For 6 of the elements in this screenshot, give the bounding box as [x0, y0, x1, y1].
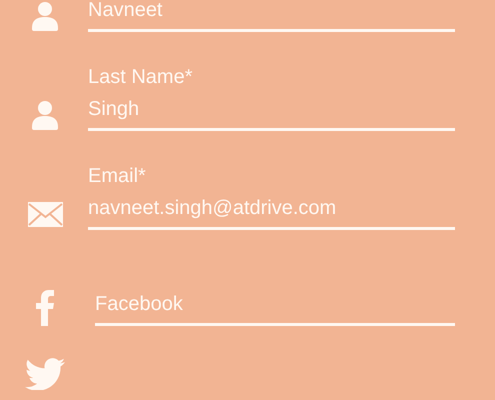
- field-label: Email*: [88, 164, 146, 188]
- name-field[interactable]: Singh: [88, 97, 455, 131]
- email-field[interactable]: navneet.singh@atdrive.com: [88, 196, 455, 230]
- name-field[interactable]: Navneet: [88, 0, 455, 32]
- facebook-field[interactable]: Facebook: [95, 292, 455, 326]
- field-label: Last Name*: [88, 65, 192, 89]
